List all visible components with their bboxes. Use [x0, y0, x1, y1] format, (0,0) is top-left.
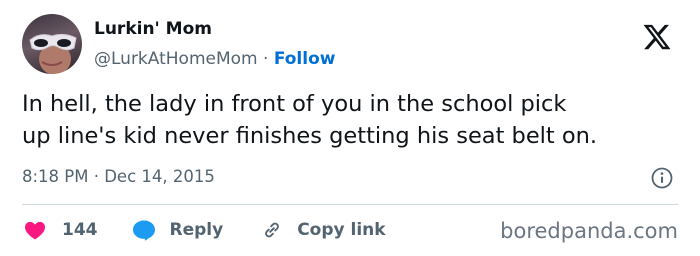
- watermark: boredpanda.com: [500, 219, 678, 243]
- like-button[interactable]: 144: [24, 220, 98, 240]
- x-logo-icon[interactable]: [641, 22, 673, 52]
- heart-icon: [25, 221, 45, 240]
- tweet-text: In hell, the lady in front of you in the…: [22, 91, 598, 149]
- meta-separator: ·: [263, 49, 269, 69]
- author-meta: @LurkAtHomeMom · Follow: [94, 49, 335, 69]
- tweet-actions: 144 Reply Copy link: [24, 218, 386, 242]
- divider: [22, 204, 678, 205]
- reply-icon: [132, 220, 155, 241]
- link-icon: [265, 222, 280, 238]
- reply-label: Reply: [169, 220, 224, 240]
- info-icon[interactable]: [651, 167, 673, 189]
- copy-link-button[interactable]: Copy link: [261, 219, 386, 241]
- copy-link-label: Copy link: [297, 220, 386, 240]
- tweet-timestamp[interactable]: 8:18 PM · Dec 14, 2015: [22, 167, 215, 186]
- like-count: 144: [62, 220, 98, 240]
- avatar-image: [29, 33, 77, 66]
- follow-button[interactable]: Follow: [274, 49, 336, 69]
- author-name[interactable]: Lurkin' Mom: [94, 19, 212, 39]
- author-handle[interactable]: @LurkAtHomeMom: [94, 49, 258, 69]
- avatar[interactable]: [22, 14, 82, 74]
- reply-button[interactable]: Reply: [132, 219, 224, 241]
